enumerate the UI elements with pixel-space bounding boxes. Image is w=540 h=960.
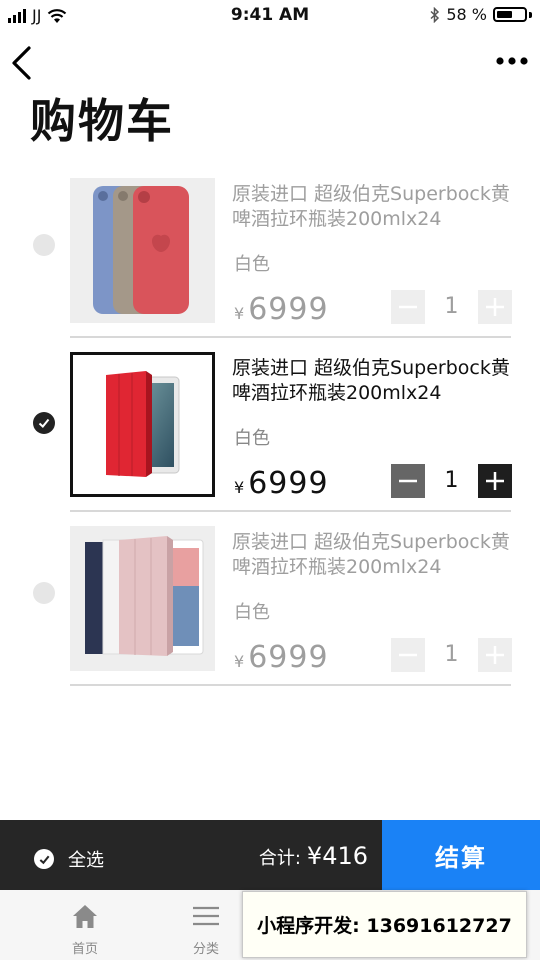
ipad-cover-image xyxy=(85,536,204,656)
increase-button[interactable] xyxy=(478,290,512,324)
product-spec: 白色 xyxy=(234,428,270,449)
product-title[interactable]: 原装进口 超级伯克Superbock黄啤酒拉环瓶装200mlx24 xyxy=(232,530,517,580)
back-button[interactable] xyxy=(8,44,38,82)
check-icon xyxy=(38,418,50,428)
item-select-radio[interactable] xyxy=(33,582,55,604)
status-bar: JJ 9:41 AM 58 % xyxy=(0,0,540,30)
product-image[interactable] xyxy=(70,352,215,497)
cart-item: 原装进口 超级伯克Superbock黄啤酒拉环瓶装200mlx24 白色 ¥ 6… xyxy=(0,178,540,352)
plus-icon xyxy=(486,298,504,316)
promo-banner: 小程序开发: 13691612727 xyxy=(242,891,527,958)
decrease-button[interactable] xyxy=(391,290,425,324)
quantity-value[interactable]: 1 xyxy=(425,290,478,324)
ipad-cover-image xyxy=(106,371,180,477)
minus-icon xyxy=(399,305,417,309)
decrease-button[interactable] xyxy=(391,464,425,498)
currency-symbol: ¥ xyxy=(234,652,245,671)
tab-category[interactable]: 分类 xyxy=(161,890,251,960)
quantity-stepper: 1 xyxy=(391,464,512,498)
select-all-label: 全选 xyxy=(68,850,104,871)
total-label: 合计: xyxy=(258,848,301,869)
product-spec: 白色 xyxy=(234,602,270,623)
home-icon xyxy=(73,905,97,928)
increase-button[interactable] xyxy=(478,464,512,498)
divider xyxy=(70,510,511,512)
item-select-radio[interactable] xyxy=(33,234,55,256)
chevron-left-icon xyxy=(12,46,31,80)
product-price: ¥ 6999 xyxy=(234,292,329,327)
currency-symbol: ¥ xyxy=(234,304,245,323)
product-image[interactable] xyxy=(70,526,215,671)
minus-icon xyxy=(399,653,417,657)
price-value: 6999 xyxy=(248,466,329,501)
page-title: 购物车 xyxy=(30,94,174,148)
bluetooth-icon xyxy=(430,6,440,23)
iphone-case-image xyxy=(93,186,189,314)
select-all-toggle[interactable]: 全选 xyxy=(34,846,104,872)
cart-item: 原装进口 超级伯克Superbock黄啤酒拉环瓶装200mlx24 白色 ¥ 6… xyxy=(0,526,540,700)
product-price: ¥ 6999 xyxy=(234,466,329,501)
quantity-value[interactable]: 1 xyxy=(425,464,478,498)
more-horizontal-icon xyxy=(496,57,528,65)
status-right: 58 % xyxy=(430,5,532,24)
increase-button[interactable] xyxy=(478,638,512,672)
menu-icon xyxy=(193,906,219,926)
plus-icon xyxy=(486,472,504,490)
total-amount: ¥416 xyxy=(306,842,368,870)
tab-home-label: 首页 xyxy=(71,942,98,957)
select-all-radio[interactable] xyxy=(34,849,54,869)
product-image[interactable] xyxy=(70,178,215,323)
quantity-stepper: 1 xyxy=(391,638,512,672)
product-title[interactable]: 原装进口 超级伯克Superbock黄啤酒拉环瓶装200mlx24 xyxy=(232,182,517,232)
order-total: 合计: ¥416 xyxy=(259,842,368,870)
tab-home[interactable]: 首页 xyxy=(40,890,130,960)
product-spec: 白色 xyxy=(234,254,270,275)
plus-icon xyxy=(486,646,504,664)
decrease-button[interactable] xyxy=(391,638,425,672)
checkout-bar: 全选 合计: ¥416 结算 xyxy=(0,820,540,890)
currency-symbol: ¥ xyxy=(234,478,245,497)
more-button[interactable] xyxy=(494,50,530,72)
product-title[interactable]: 原装进口 超级伯克Superbock黄啤酒拉环瓶装200mlx24 xyxy=(232,356,517,406)
quantity-stepper: 1 xyxy=(391,290,512,324)
cart-item: 原装进口 超级伯克Superbock黄啤酒拉环瓶装200mlx24 白色 ¥ 6… xyxy=(0,352,540,526)
divider xyxy=(70,336,511,338)
battery-percent: 58 % xyxy=(446,5,487,24)
battery-icon xyxy=(493,7,527,22)
divider xyxy=(70,684,511,686)
price-value: 6999 xyxy=(248,292,329,327)
checkout-button[interactable]: 结算 xyxy=(382,820,540,890)
minus-icon xyxy=(399,479,417,483)
check-icon xyxy=(39,855,49,864)
quantity-value[interactable]: 1 xyxy=(425,638,478,672)
tab-category-label: 分类 xyxy=(192,942,219,957)
battery-cap xyxy=(529,11,532,18)
price-value: 6999 xyxy=(248,640,329,675)
product-price: ¥ 6999 xyxy=(234,640,329,675)
item-select-radio[interactable] xyxy=(33,412,55,434)
